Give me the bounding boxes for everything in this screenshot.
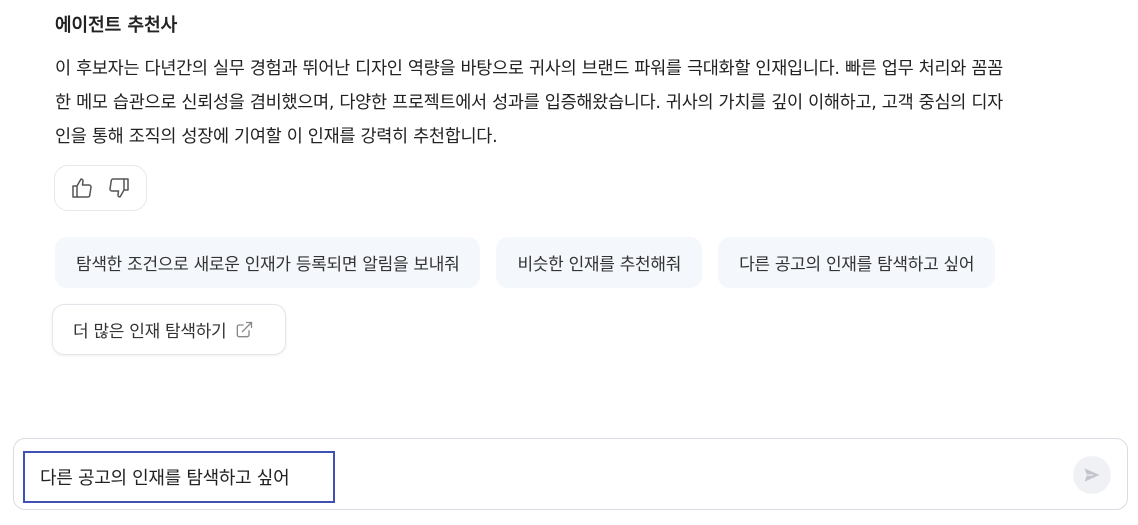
recommendation-message: 이 후보자는 다년간의 실무 경험과 뛰어난 디자인 역량을 바탕으로 귀사의 … bbox=[55, 52, 1125, 154]
thumbs-down-icon bbox=[109, 178, 129, 198]
message-line: 이 후보자는 다년간의 실무 경험과 뛰어난 디자인 역량을 바탕으로 귀사의 … bbox=[55, 59, 1003, 79]
external-link-icon bbox=[237, 321, 253, 337]
thumbs-down-button[interactable] bbox=[104, 173, 134, 203]
message-line: 한 메모 습관으로 신뢰성을 겸비했으며, 다양한 프로젝트에서 성과를 입증해… bbox=[55, 93, 1003, 113]
suggestion-chip-other-posting[interactable]: 다른 공고의 인재를 탐색하고 싶어 bbox=[718, 237, 996, 288]
agent-name-heading: 에이전트 추천사 bbox=[55, 15, 178, 36]
suggestion-chips: 탐색한 조건으로 새로운 인재가 등록되면 알림을 보내줘 비슷한 인재를 추천… bbox=[55, 237, 996, 288]
send-icon bbox=[1084, 468, 1100, 482]
chat-page: 에이전트 추천사 이 후보자는 다년간의 실무 경험과 뛰어난 디자인 역량을 … bbox=[0, 0, 1138, 525]
thumbs-up-icon bbox=[72, 178, 92, 198]
message-input[interactable]: 다른 공고의 인재를 탐색하고 싶어 bbox=[23, 451, 335, 503]
thumbs-up-button[interactable] bbox=[67, 173, 97, 203]
chat-composer: 다른 공고의 인재를 탐색하고 싶어 bbox=[13, 438, 1128, 510]
message-line: 인을 통해 조직의 성장에 기여할 이 인재를 강력히 추천합니다. bbox=[55, 127, 498, 147]
suggestion-chip-notify[interactable]: 탐색한 조건으로 새로운 인재가 등록되면 알림을 보내줘 bbox=[55, 237, 481, 288]
explore-more-label: 더 많은 인재 탐색하기 bbox=[73, 322, 227, 342]
explore-more-button[interactable]: 더 많은 인재 탐색하기 bbox=[52, 304, 286, 355]
send-button[interactable] bbox=[1073, 456, 1111, 494]
feedback-bar bbox=[54, 165, 147, 211]
suggestion-chip-similar[interactable]: 비슷한 인재를 추천해줘 bbox=[496, 237, 703, 288]
